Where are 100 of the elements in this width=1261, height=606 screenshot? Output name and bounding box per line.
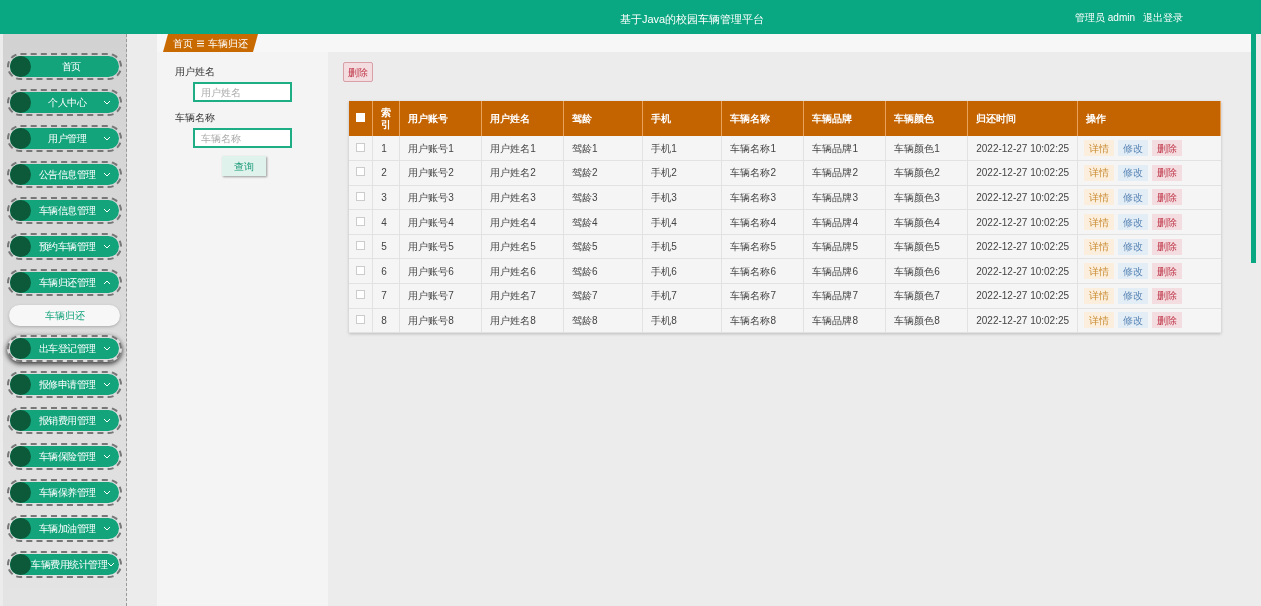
checkbox[interactable] bbox=[356, 290, 366, 300]
chevron-down-icon bbox=[107, 562, 115, 567]
detail-button[interactable]: 详情 bbox=[1084, 287, 1115, 304]
breadcrumb-link[interactable]: 首页 bbox=[173, 35, 193, 51]
column-header: 用户账号 bbox=[399, 101, 482, 136]
chevron-down-icon bbox=[103, 208, 111, 213]
delete-button[interactable]: 删除 bbox=[1152, 263, 1183, 280]
delete-button[interactable]: 删除 bbox=[1152, 164, 1183, 181]
table-cell: 车辆名称7 bbox=[721, 283, 804, 309]
table-cell: 用户账号1 bbox=[399, 136, 482, 161]
table-cell: 用户账号5 bbox=[399, 234, 482, 259]
sidebar-menu-item[interactable]: 报修申请管理 bbox=[7, 371, 122, 398]
menu-icon bbox=[197, 39, 204, 47]
table-cell: 5 bbox=[372, 234, 400, 259]
edit-button[interactable]: 修改 bbox=[1118, 287, 1149, 304]
delete-button[interactable]: 删除 bbox=[1152, 238, 1183, 255]
chevron-down-icon bbox=[103, 136, 111, 141]
sidebar-menu-item[interactable]: 个人中心 bbox=[7, 89, 122, 116]
table-cell: 2022-12-27 10:02:25 bbox=[967, 283, 1078, 309]
table-cell: 车辆品牌6 bbox=[803, 258, 886, 284]
checkbox[interactable] bbox=[356, 192, 366, 201]
detail-button[interactable]: 详情 bbox=[1084, 164, 1115, 181]
table-cell: 驾龄3 bbox=[563, 185, 643, 210]
edit-button[interactable]: 修改 bbox=[1118, 140, 1149, 157]
detail-button[interactable]: 详情 bbox=[1084, 140, 1115, 157]
search-field[interactable]: 车辆名称 bbox=[193, 128, 292, 148]
table-cell: 4 bbox=[372, 209, 400, 235]
table-cell: 车辆品牌8 bbox=[803, 308, 886, 333]
table-cell: 驾龄6 bbox=[563, 258, 643, 284]
column-header: 索引 bbox=[372, 101, 400, 136]
delete-button[interactable]: 删除 bbox=[1152, 189, 1183, 206]
table-cell: 用户账号7 bbox=[399, 283, 482, 309]
table-cell: 车辆品牌1 bbox=[803, 136, 886, 161]
app-title: 基于Java的校园车辆管理平台 bbox=[620, 12, 765, 27]
sidebar-menu-item[interactable]: 车辆加油管理 bbox=[7, 515, 122, 542]
table-cell: 手机4 bbox=[642, 209, 722, 235]
detail-button[interactable]: 详情 bbox=[1084, 312, 1115, 329]
sidebar-menu-item[interactable]: 车辆信息管理 bbox=[7, 197, 122, 224]
table-cell: 8 bbox=[372, 308, 400, 333]
table-cell: 手机1 bbox=[642, 136, 722, 161]
edit-button[interactable]: 修改 bbox=[1118, 238, 1149, 255]
table-cell: 车辆名称8 bbox=[721, 308, 804, 333]
edit-button[interactable]: 修改 bbox=[1118, 214, 1149, 231]
chevron-down-icon bbox=[103, 526, 111, 531]
sidebar-menu-item[interactable]: 车辆归还管理 bbox=[7, 269, 122, 296]
chevron-down-icon bbox=[103, 346, 111, 351]
checkbox[interactable] bbox=[356, 216, 366, 226]
detail-button[interactable]: 详情 bbox=[1084, 263, 1115, 280]
delete-button[interactable]: 删除 bbox=[1152, 287, 1183, 304]
table-cell: 手机7 bbox=[642, 283, 722, 309]
checkbox[interactable] bbox=[356, 314, 366, 324]
table-cell: 车辆颜色4 bbox=[885, 209, 968, 235]
edit-button[interactable]: 修改 bbox=[1118, 164, 1149, 181]
column-header: 车辆名称 bbox=[721, 101, 804, 136]
checkbox[interactable] bbox=[356, 142, 366, 152]
detail-button[interactable]: 详情 bbox=[1084, 238, 1115, 255]
table-cell: 车辆品牌3 bbox=[803, 185, 886, 210]
checkbox[interactable] bbox=[356, 241, 366, 251]
checkbox[interactable] bbox=[356, 265, 366, 275]
sidebar-menu-item[interactable]: 车辆保养管理 bbox=[7, 479, 122, 506]
search-button[interactable]: 查询 bbox=[222, 156, 266, 176]
edit-button[interactable]: 修改 bbox=[1118, 263, 1149, 280]
delete-button[interactable]: 删除 bbox=[343, 62, 373, 82]
sidebar-menu-item[interactable]: 车辆保险管理 bbox=[7, 443, 122, 470]
detail-button[interactable]: 详情 bbox=[1084, 214, 1115, 231]
table-cell: 手机3 bbox=[642, 185, 722, 210]
table-cell: 6 bbox=[372, 258, 400, 284]
table-cell: 2 bbox=[372, 160, 400, 186]
column-header: 手机 bbox=[642, 101, 722, 136]
edit-button[interactable]: 修改 bbox=[1118, 189, 1149, 206]
sidebar-menu-item[interactable]: 公告信息管理 bbox=[7, 161, 122, 188]
table-cell: 用户账号8 bbox=[399, 308, 482, 333]
delete-button[interactable]: 删除 bbox=[1152, 140, 1183, 157]
delete-button[interactable]: 删除 bbox=[1152, 312, 1183, 329]
table-cell: 3 bbox=[372, 185, 400, 210]
table-cell: 2022-12-27 10:02:25 bbox=[967, 136, 1078, 161]
table-cell: 手机5 bbox=[642, 234, 722, 259]
table-cell: 2022-12-27 10:02:25 bbox=[967, 160, 1078, 186]
sidebar-menu-item[interactable]: 出车登记管理 bbox=[7, 335, 122, 362]
sidebar-menu-item[interactable]: 用户管理 bbox=[7, 125, 122, 152]
logout-link[interactable]: 退出登录 bbox=[1143, 9, 1183, 25]
table-cell: 用户姓名3 bbox=[481, 185, 564, 210]
table-cell: 车辆颜色6 bbox=[885, 258, 968, 284]
chevron-down-icon bbox=[103, 490, 111, 495]
table-cell: 手机6 bbox=[642, 258, 722, 284]
sidebar-menu-item[interactable]: 首页 bbox=[7, 53, 122, 80]
chevron-down-icon bbox=[103, 454, 111, 459]
table-cell: 2022-12-27 10:02:25 bbox=[967, 258, 1078, 284]
column-header: 车辆颜色 bbox=[885, 101, 968, 136]
submenu-item[interactable]: 车辆归还 bbox=[9, 305, 120, 326]
checkbox[interactable] bbox=[356, 167, 366, 177]
sidebar-menu-item[interactable]: 报销费用管理 bbox=[7, 407, 122, 434]
edit-button[interactable]: 修改 bbox=[1118, 312, 1149, 329]
search-field[interactable]: 用户姓名 bbox=[193, 82, 292, 102]
detail-button[interactable]: 详情 bbox=[1084, 189, 1115, 206]
table-cell: 车辆颜色3 bbox=[885, 185, 968, 210]
sidebar-menu-item[interactable]: 车辆费用统计管理 bbox=[7, 551, 122, 578]
sidebar-menu-item[interactable]: 预约车辆管理 bbox=[7, 233, 122, 260]
field-label: 用户姓名 bbox=[175, 65, 216, 79]
delete-button[interactable]: 删除 bbox=[1152, 214, 1183, 231]
